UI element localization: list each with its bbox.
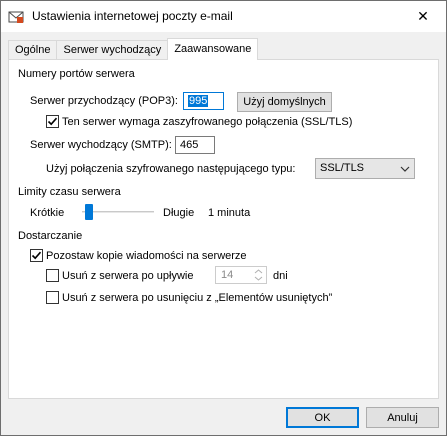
remove-deleted-label: Usuń z serwera po usunięciu z „Elementów… [62, 292, 333, 304]
encrypted-connection-label: Ten serwer wymaga zaszyfrowanego połącze… [62, 116, 353, 128]
ok-button-label: OK [314, 411, 331, 424]
email-settings-dialog: Ustawienia internetowej poczty e-mail ✕ … [0, 0, 447, 436]
timeouts-group-divider [127, 193, 429, 194]
ports-group-divider [139, 75, 429, 76]
title-bar: Ustawienia internetowej poczty e-mail ✕ [1, 1, 446, 32]
delivery-group-label: Dostarczanie [18, 230, 83, 242]
cancel-button[interactable]: Anuluj [366, 407, 439, 428]
encryption-type-label: Użyj połączenia szyfrowanego następujące… [46, 163, 296, 175]
checkmark-icon [31, 251, 42, 260]
incoming-port-value: 995 [188, 95, 209, 107]
days-label: dni [273, 270, 288, 282]
encryption-type-select[interactable]: SSL/TLS [315, 158, 415, 179]
use-defaults-label: Użyj domyślnych [243, 96, 326, 108]
advanced-tab-panel: Numery portów serwera Serwer przychodząc… [8, 59, 439, 399]
ok-button[interactable]: OK [286, 407, 359, 428]
timeouts-group-label: Limity czasu serwera [18, 186, 121, 198]
chevron-down-icon [400, 166, 410, 172]
tab-advanced[interactable]: Zaawansowane [167, 38, 259, 60]
timeout-slider-thumb[interactable] [85, 204, 94, 220]
remove-deleted-checkbox[interactable] [46, 291, 59, 304]
incoming-port-input[interactable]: 995 [183, 92, 224, 110]
spinner-arrows-icon [254, 269, 263, 281]
remove-after-days-value: 14 [221, 269, 234, 281]
tab-general-label: Ogólne [15, 44, 51, 56]
encrypted-connection-checkbox[interactable] [46, 115, 59, 128]
timeout-value: 1 minuta [208, 207, 251, 219]
outlook-envelope-icon [8, 9, 24, 25]
tab-outgoing-server[interactable]: Serwer wychodzący [56, 40, 169, 60]
timeout-short-label: Krótkie [30, 207, 65, 219]
ports-group-label: Numery portów serwera [18, 68, 135, 80]
incoming-port-label: Serwer przychodzący (POP3): [30, 95, 178, 107]
remove-after-days-stepper[interactable]: 14 [215, 266, 267, 284]
tab-general[interactable]: Ogólne [8, 40, 58, 60]
tab-advanced-label: Zaawansowane [174, 43, 252, 55]
encryption-type-value: SSL/TLS [320, 162, 365, 174]
leave-copy-checkbox[interactable] [30, 249, 43, 262]
use-defaults-button[interactable]: Użyj domyślnych [237, 92, 332, 112]
window-title: Ustawienia internetowej poczty e-mail [32, 9, 233, 23]
remove-after-label: Usuń z serwera po upływie [62, 270, 194, 282]
tab-strip: Ogólne Serwer wychodzący Zaawansowane [8, 38, 259, 60]
tab-outgoing-server-label: Serwer wychodzący [63, 44, 162, 56]
outgoing-port-input[interactable]: 465 [175, 136, 215, 154]
timeout-long-label: Długie [163, 207, 195, 219]
remove-after-checkbox[interactable] [46, 269, 59, 282]
close-icon: ✕ [417, 8, 429, 24]
outgoing-port-value: 465 [180, 139, 199, 151]
checkmark-icon [47, 117, 58, 126]
outgoing-port-label: Serwer wychodzący (SMTP): [30, 139, 172, 151]
leave-copy-label: Pozostaw kopie wiadomości na serwerze [46, 250, 247, 262]
cancel-button-label: Anuluj [387, 411, 418, 424]
delivery-group-divider [98, 237, 429, 238]
close-button[interactable]: ✕ [400, 1, 446, 32]
